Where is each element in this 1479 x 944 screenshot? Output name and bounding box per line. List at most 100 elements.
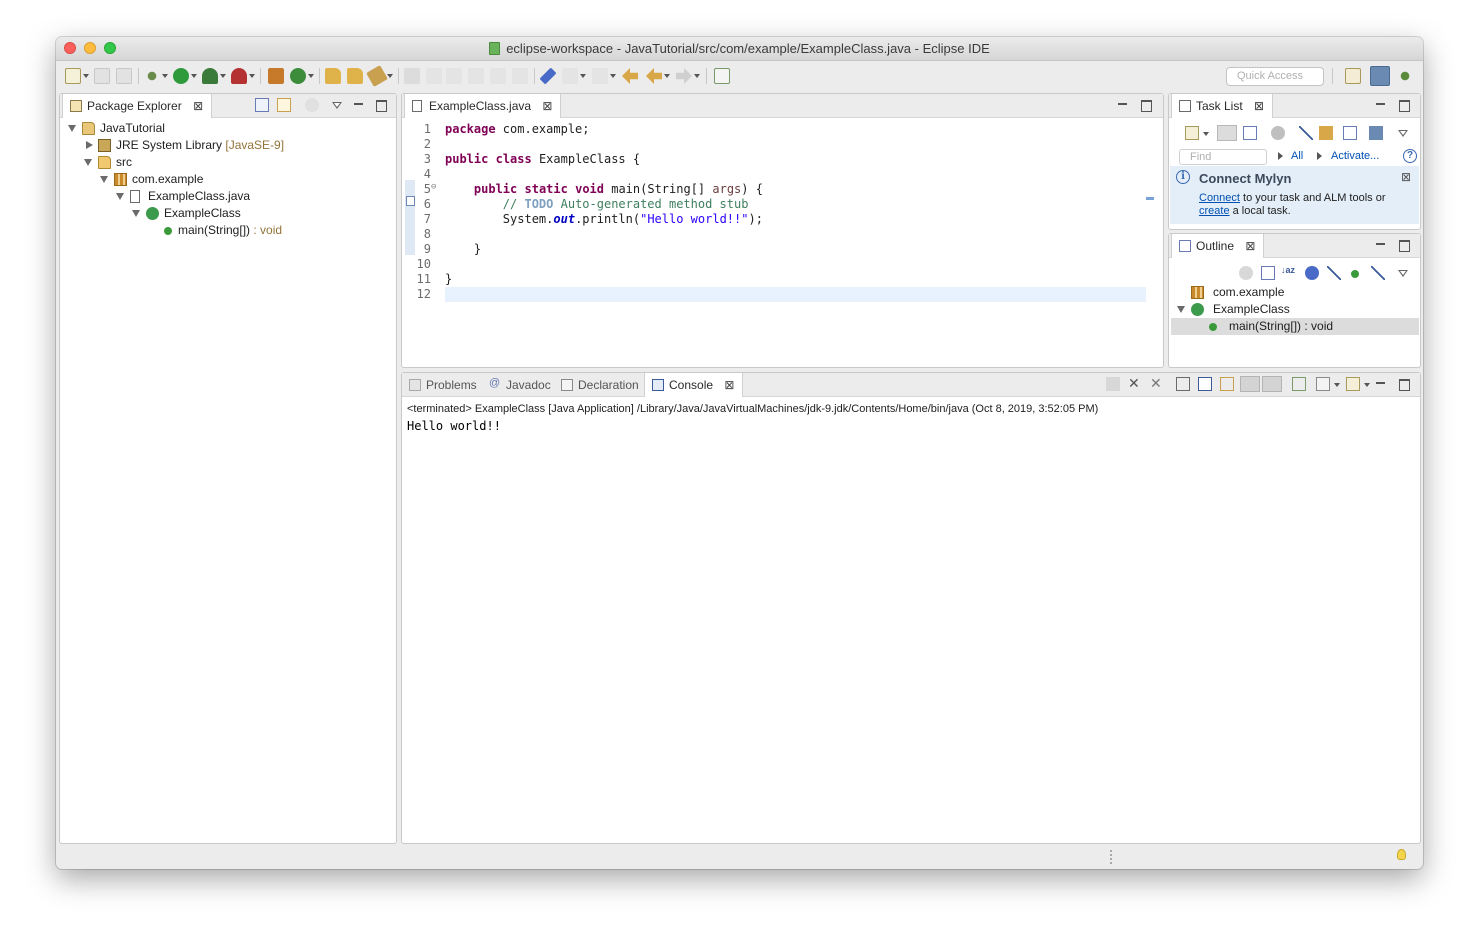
maximize-view-button[interactable] [1397, 377, 1411, 391]
code-line[interactable]: 7 System.out.println("Hello world!!"); [403, 212, 1146, 227]
close-icon[interactable]: ⊠ [1401, 170, 1411, 184]
coverage-dropdown-chevron-icon[interactable] [220, 74, 226, 78]
forward-dropdown-chevron-icon[interactable] [694, 74, 700, 78]
connect-link[interactable]: Connect [1199, 192, 1240, 204]
close-icon[interactable]: ⊠ [193, 99, 203, 113]
maximize-view-button[interactable] [1397, 98, 1411, 112]
pin-console-icon[interactable] [1292, 377, 1306, 391]
link-with-editor-icon[interactable] [277, 98, 291, 112]
scroll-lock-icon[interactable] [1198, 377, 1212, 391]
coverage-icon[interactable] [202, 68, 218, 84]
word-wrap-icon[interactable] [1220, 377, 1234, 391]
next-annotation-chevron-icon[interactable] [580, 74, 586, 78]
terminate-icon[interactable] [1106, 377, 1120, 391]
open-perspective-icon[interactable] [1345, 68, 1361, 84]
save-all-icon[interactable] [116, 68, 132, 84]
toggle-mark-occurrences-icon[interactable] [404, 68, 420, 84]
hide-fields-icon[interactable] [1305, 266, 1319, 280]
clear-console-icon[interactable] [1176, 377, 1190, 391]
code-line[interactable]: 10 [403, 257, 1146, 272]
expand-chevron-icon[interactable] [68, 125, 76, 132]
sort-alphabetically-icon[interactable]: ↓az [1281, 265, 1295, 279]
tab-problems[interactable]: Problems [402, 373, 485, 397]
tab-declaration[interactable]: Declaration [554, 373, 647, 397]
skip-breakpoints-icon[interactable] [539, 67, 557, 85]
tab-console[interactable]: Console ⊠ [644, 373, 744, 397]
back-dropdown-chevron-icon[interactable] [664, 74, 670, 78]
minimize-view-button[interactable] [1116, 98, 1130, 112]
show-console-on-stderr-icon[interactable] [1262, 376, 1282, 392]
close-icon[interactable]: ⊠ [1254, 99, 1264, 113]
tab-exampleclass-java[interactable]: ExampleClass.java ⊠ [404, 94, 562, 118]
categorized-icon[interactable] [1217, 125, 1237, 141]
task-find-input[interactable]: Find [1179, 149, 1267, 165]
code-line[interactable]: 12 [417, 287, 1146, 302]
search-icon[interactable] [366, 65, 388, 87]
debug-perspective-icon[interactable] [1397, 68, 1413, 84]
collapse-all-icon[interactable] [255, 98, 269, 112]
hide-local-types-icon[interactable] [1371, 266, 1385, 280]
code-line[interactable]: 8 [403, 227, 1146, 242]
toggle-breadcrumb-icon[interactable] [446, 68, 462, 84]
expand-chevron-icon[interactable] [1177, 306, 1185, 313]
debug-dropdown-chevron-icon[interactable] [162, 74, 168, 78]
tab-task-list[interactable]: Task List ⊠ [1171, 94, 1274, 118]
focus-on-active-task-icon[interactable] [305, 98, 319, 112]
code-line[interactable]: 2 [403, 137, 1146, 152]
focus-icon[interactable] [1271, 126, 1285, 140]
new-class-dropdown-chevron-icon[interactable] [308, 74, 314, 78]
new-java-package-icon[interactable] [268, 68, 284, 84]
code-line[interactable]: 11} [403, 272, 1146, 287]
toggle-word-wrap-icon[interactable] [468, 68, 484, 84]
synchronize-icon[interactable] [1369, 126, 1383, 140]
display-selected-console-icon[interactable] [1316, 377, 1330, 391]
hide-static-members-icon[interactable] [1327, 266, 1341, 280]
toggle-block-selection-icon[interactable] [426, 68, 442, 84]
new-task-icon[interactable] [1185, 126, 1199, 140]
display-console-chevron-icon[interactable] [1334, 383, 1340, 387]
external-tools-dropdown-chevron-icon[interactable] [249, 74, 255, 78]
save-icon[interactable] [94, 68, 110, 84]
code-line[interactable]: 4 [403, 167, 1146, 182]
next-annotation-icon[interactable] [562, 68, 578, 84]
overview-ruler-marker-icon[interactable] [1146, 197, 1154, 200]
new-dropdown-chevron-icon[interactable] [83, 74, 89, 78]
code-editor[interactable]: ⊖ 1 package com.example; 2 3 public class Ex… [403, 119, 1162, 366]
maximize-view-button[interactable] [1397, 238, 1411, 252]
open-task-icon[interactable] [347, 68, 363, 84]
external-tools-icon[interactable] [231, 68, 247, 84]
run-dropdown-chevron-icon[interactable] [191, 74, 197, 78]
view-menu-chevron-icon[interactable] [1398, 270, 1408, 277]
minimize-view-button[interactable] [1374, 238, 1388, 252]
close-icon[interactable]: ⊠ [542, 99, 552, 113]
remove-launch-icon[interactable]: ✕ [1128, 376, 1142, 391]
console-output-area[interactable]: <terminated> ExampleClass [Java Applicat… [407, 403, 1415, 433]
show-ui-legend-icon[interactable] [1319, 126, 1333, 140]
new-wizard-icon[interactable] [65, 68, 81, 84]
open-type-icon[interactable] [325, 68, 341, 84]
expand-chevron-icon[interactable] [132, 210, 140, 217]
collapse-all-icon[interactable] [1343, 126, 1357, 140]
pilcrow-icon[interactable] [512, 68, 528, 84]
previous-annotation-icon[interactable] [592, 68, 608, 84]
java-perspective-icon[interactable] [1370, 66, 1390, 86]
pin-editor-icon[interactable] [714, 68, 730, 84]
code-line[interactable]: 9 } [403, 242, 1146, 257]
quick-access-input[interactable]: Quick Access [1226, 67, 1324, 86]
minimize-view-button[interactable] [1374, 377, 1388, 391]
open-console-icon[interactable] [1346, 377, 1360, 391]
scheduled-icon[interactable] [1243, 126, 1257, 140]
code-line[interactable]: 5 public static void main(String[] args)… [403, 182, 1146, 197]
show-whitespace-icon[interactable] [490, 68, 506, 84]
open-console-chevron-icon[interactable] [1364, 383, 1370, 387]
maximize-view-button[interactable] [1139, 98, 1153, 112]
remove-all-terminated-icon[interactable]: ✕ [1150, 376, 1164, 391]
show-console-on-stdout-icon[interactable] [1240, 376, 1260, 392]
search-dropdown-chevron-icon[interactable] [387, 74, 393, 78]
help-icon[interactable]: ? [1403, 149, 1417, 163]
hide-completed-icon[interactable] [1299, 126, 1313, 140]
tab-outline[interactable]: Outline ⊠ [1171, 234, 1265, 258]
hide-non-public-members-icon[interactable] [1351, 270, 1359, 278]
view-menu-chevron-icon[interactable] [332, 102, 342, 109]
expand-chevron-icon[interactable] [116, 193, 124, 200]
